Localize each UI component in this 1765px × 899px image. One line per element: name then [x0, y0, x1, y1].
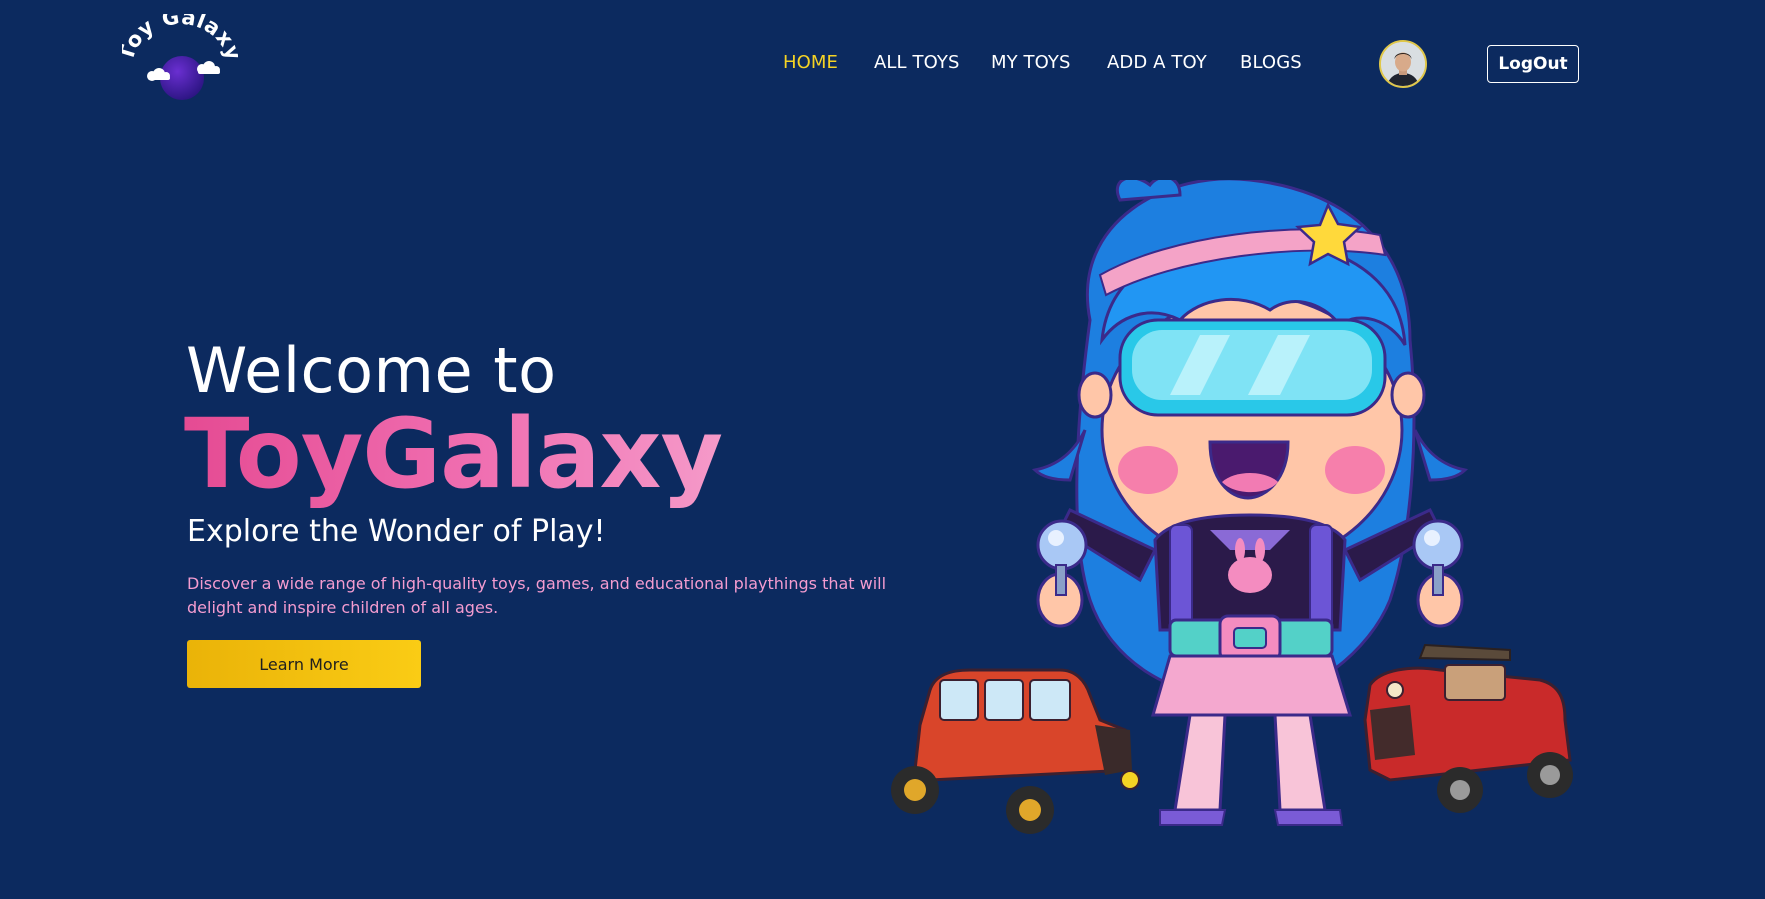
planet-logo-icon: Toy Galaxy: [114, 4, 246, 100]
user-avatar[interactable]: [1379, 40, 1427, 88]
nav-home[interactable]: HOME: [783, 52, 838, 73]
hero-illustration: [870, 175, 1630, 860]
nav-my-toys[interactable]: MY TOYS: [991, 52, 1071, 73]
hero-description: Discover a wide range of high-quality to…: [187, 574, 887, 617]
hero-brand-title: ToyGalaxy: [184, 398, 723, 510]
red-car-right: [1363, 643, 1573, 813]
user-photo-icon: [1381, 42, 1425, 86]
nav-all-toys[interactable]: ALL TOYS: [874, 52, 960, 73]
nav-add-a-toy[interactable]: ADD A TOY: [1107, 52, 1207, 73]
hero-welcome: Welcome to: [186, 334, 557, 407]
svg-text:Toy Galaxy: Toy Galaxy: [122, 14, 238, 63]
nav-blogs[interactable]: BLOGS: [1240, 52, 1302, 73]
toy-girl-with-cars-illustration: [891, 175, 1573, 834]
red-car-left: [891, 668, 1140, 834]
site-logo[interactable]: Toy Galaxy: [114, 4, 246, 102]
learn-more-button[interactable]: Learn More: [187, 640, 421, 688]
hero-tagline: Explore the Wonder of Play!: [187, 514, 606, 549]
logout-button[interactable]: LogOut: [1487, 45, 1579, 83]
